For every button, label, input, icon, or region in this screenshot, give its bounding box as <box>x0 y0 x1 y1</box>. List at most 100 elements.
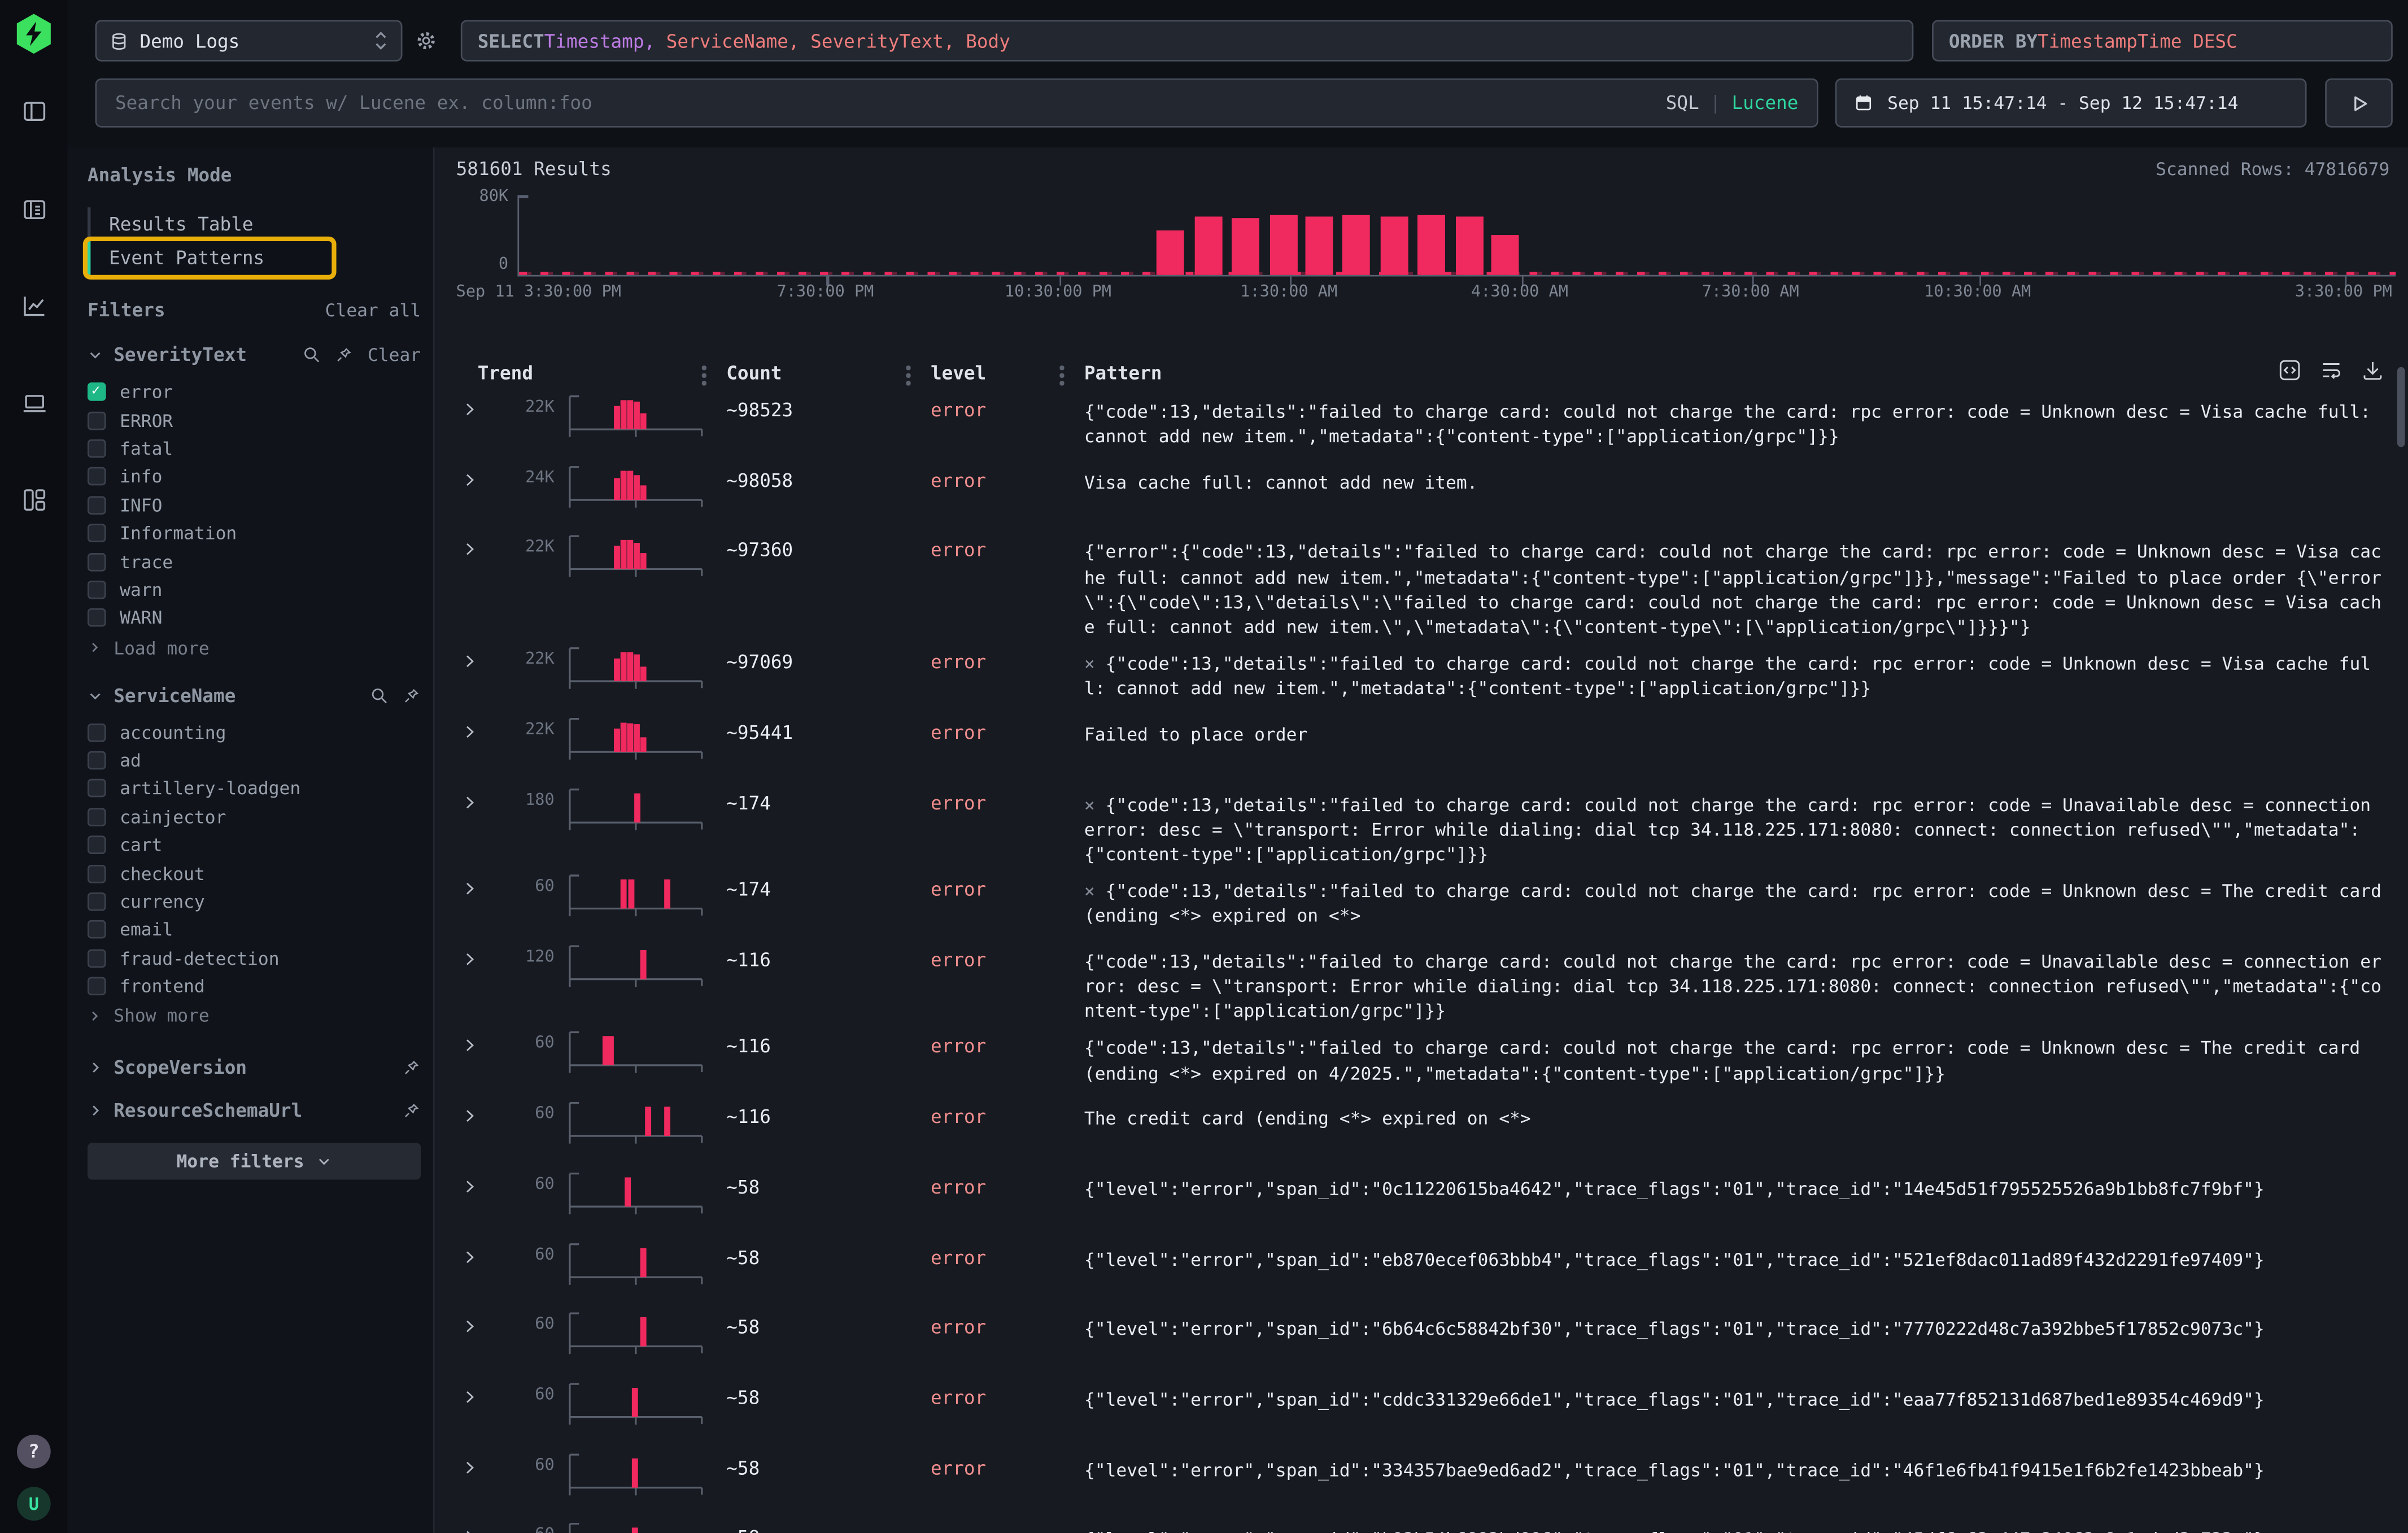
severity-load-more[interactable]: Load more <box>88 634 421 661</box>
row-expand-chevron-icon[interactable] <box>456 1024 503 1054</box>
wrap-text-icon[interactable] <box>2319 358 2344 383</box>
row-expand-chevron-icon[interactable] <box>456 709 503 740</box>
more-filters-button[interactable]: More filters <box>88 1143 421 1180</box>
pattern-row[interactable]: 60 ~58 error {"level":"error","span_id":… <box>456 1445 2390 1515</box>
service-group-header[interactable]: ServiceName <box>88 685 421 706</box>
filter-option-fraud-detection[interactable]: fraud-detection <box>88 944 421 972</box>
checkbox[interactable] <box>88 609 106 628</box>
row-expand-chevron-icon[interactable] <box>456 779 503 810</box>
checkbox[interactable] <box>88 751 106 770</box>
filter-option-trace[interactable]: trace <box>88 547 421 576</box>
filter-option-cainjector[interactable]: cainjector <box>88 803 421 831</box>
filter-option-checkout[interactable]: checkout <box>88 859 421 887</box>
run-query-button[interactable] <box>2325 79 2393 128</box>
search-input[interactable]: Search your events w/ Lucene ex. column:… <box>95 79 1818 128</box>
checkbox[interactable] <box>88 581 106 599</box>
checkbox[interactable] <box>88 468 106 486</box>
pin-icon[interactable] <box>402 1059 421 1078</box>
collapse-sidebar-icon[interactable] <box>11 88 57 134</box>
filter-option-cart[interactable]: cart <box>88 831 421 859</box>
source-select[interactable]: Demo Logs <box>95 20 403 61</box>
filter-option-info[interactable]: info <box>88 463 421 491</box>
checkbox[interactable] <box>88 552 106 571</box>
order-by-input[interactable]: ORDER BY TimestampTime DESC <box>1932 20 2393 61</box>
row-expand-chevron-icon[interactable] <box>456 1164 503 1195</box>
checkbox[interactable] <box>88 496 106 515</box>
chart-explorer-icon[interactable] <box>11 282 57 329</box>
search-icon[interactable] <box>303 346 322 364</box>
column-header-count[interactable]: Count <box>726 363 931 384</box>
checkbox[interactable] <box>88 892 106 911</box>
group-resourceschemaurl[interactable]: ResourceSchemaUrl <box>88 1100 421 1122</box>
column-drag-dots-icon[interactable] <box>702 365 706 385</box>
filter-option-email[interactable]: email <box>88 916 421 944</box>
filter-option-currency[interactable]: currency <box>88 887 421 916</box>
filter-option-fatal[interactable]: fatal <box>88 434 421 463</box>
filter-option-ERROR[interactable]: ERROR <box>88 406 421 434</box>
pattern-row[interactable]: 180 ~174 error × {"code":13,"details":"f… <box>456 779 2390 866</box>
pattern-row[interactable]: 60 ~174 error × {"code":13,"details":"fa… <box>456 866 2390 937</box>
filter-option-accounting[interactable]: accounting <box>88 718 421 746</box>
filter-option-warn[interactable]: warn <box>88 576 421 604</box>
column-header-trend[interactable]: Trend <box>456 363 727 384</box>
clear-all-link[interactable]: Clear all <box>325 299 421 321</box>
pattern-row[interactable]: 60 ~58 error {"level":"error","span_id":… <box>456 1515 2390 1533</box>
checkbox[interactable] <box>88 864 106 883</box>
filter-option-Information[interactable]: Information <box>88 519 421 547</box>
help-button[interactable]: ? <box>17 1435 51 1469</box>
checkbox[interactable] <box>88 949 106 968</box>
filter-option-artillery-loadgen[interactable]: artillery-loadgen <box>88 774 421 803</box>
row-expand-chevron-icon[interactable] <box>456 387 503 417</box>
filter-option-frontend[interactable]: frontend <box>88 972 421 1000</box>
column-drag-dots-icon[interactable] <box>906 365 910 385</box>
sessions-icon[interactable] <box>11 380 57 426</box>
source-settings-button[interactable] <box>415 29 438 53</box>
pin-icon[interactable] <box>335 346 354 364</box>
row-expand-chevron-icon[interactable] <box>456 1304 503 1335</box>
nav-results-table[interactable]: Results Table <box>88 207 321 241</box>
pattern-row[interactable]: 60 ~116 error {"code":13,"details":"fail… <box>456 1024 2390 1094</box>
checkbox[interactable] <box>88 383 106 402</box>
pattern-row[interactable]: 22K ~95441 error Failed to place order <box>456 709 2390 779</box>
row-expand-chevron-icon[interactable] <box>456 639 503 670</box>
pin-icon[interactable] <box>402 686 421 704</box>
filter-option-ad[interactable]: ad <box>88 746 421 774</box>
checkbox[interactable] <box>88 723 106 742</box>
checkbox[interactable] <box>88 439 106 458</box>
row-expand-chevron-icon[interactable] <box>456 1234 503 1265</box>
checkbox[interactable] <box>88 411 106 430</box>
severity-group-header[interactable]: SeverityText Clear <box>88 344 421 365</box>
row-expand-chevron-icon[interactable] <box>456 937 503 967</box>
search-logs-icon[interactable] <box>11 186 57 232</box>
download-icon[interactable] <box>2361 358 2385 383</box>
checkbox[interactable] <box>88 808 106 826</box>
filter-option-WARN[interactable]: WARN <box>88 604 421 632</box>
row-expand-chevron-icon[interactable] <box>456 1445 503 1475</box>
checkbox[interactable] <box>88 524 106 543</box>
row-expand-chevron-icon[interactable] <box>456 528 503 558</box>
column-header-pattern[interactable]: Pattern <box>1084 363 2389 384</box>
vertical-scrollbar[interactable] <box>2397 367 2405 447</box>
time-range-picker[interactable]: Sep 11 15:47:14 - Sep 12 15:47:14 <box>1835 79 2307 128</box>
severity-clear-link[interactable]: Clear <box>368 344 421 365</box>
checkbox[interactable] <box>88 779 106 798</box>
pattern-row[interactable]: 60 ~58 error {"level":"error","span_id":… <box>456 1304 2390 1374</box>
user-avatar[interactable]: U <box>17 1487 51 1521</box>
pattern-row[interactable]: 22K ~97360 error {"error":{"code":13,"de… <box>456 528 2390 639</box>
checkbox[interactable] <box>88 977 106 996</box>
view-source-icon[interactable] <box>2278 358 2302 383</box>
sql-select-input[interactable]: SELECT Timestamp, ServiceName, SeverityT… <box>461 20 1914 61</box>
pattern-row[interactable]: 24K ~98058 error Visa cache full: cannot… <box>456 458 2390 528</box>
row-expand-chevron-icon[interactable] <box>456 1094 503 1125</box>
pattern-row[interactable]: 60 ~58 error {"level":"error","span_id":… <box>456 1234 2390 1304</box>
dashboards-icon[interactable] <box>11 476 57 522</box>
pattern-row[interactable]: 120 ~116 error {"code":13,"details":"fai… <box>456 937 2390 1024</box>
pattern-row[interactable]: 60 ~58 error {"level":"error","span_id":… <box>456 1164 2390 1234</box>
app-logo-icon[interactable] <box>15 14 52 54</box>
row-expand-chevron-icon[interactable] <box>456 1515 503 1533</box>
pattern-row[interactable]: 22K ~98523 error {"code":13,"details":"f… <box>456 387 2390 457</box>
checkbox[interactable] <box>88 836 106 855</box>
row-expand-chevron-icon[interactable] <box>456 1375 503 1405</box>
filter-option-INFO[interactable]: INFO <box>88 491 421 519</box>
checkbox[interactable] <box>88 921 106 939</box>
